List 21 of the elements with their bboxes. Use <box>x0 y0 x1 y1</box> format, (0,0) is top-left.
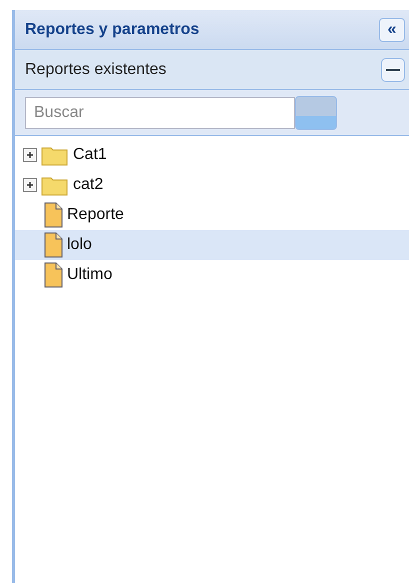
expand-icon[interactable] <box>23 148 37 162</box>
item-label: Reporte <box>67 206 124 224</box>
tree-item[interactable]: Ultimo <box>15 260 409 290</box>
collapse-button[interactable]: « <box>379 18 405 42</box>
item-label: cat2 <box>73 176 104 194</box>
document-icon <box>43 262 63 288</box>
document-icon <box>43 202 63 228</box>
search-field[interactable]: Buscar <box>25 96 295 128</box>
tree-item[interactable]: Reporte <box>15 200 409 230</box>
minus-icon <box>386 68 400 72</box>
panel-title: Reportes y parametros <box>25 20 200 38</box>
minimize-button[interactable] <box>381 58 405 82</box>
document-icon <box>43 232 63 258</box>
tree-item[interactable]: cat2 <box>15 170 409 200</box>
section-title: Reportes existentes <box>25 60 166 78</box>
item-label: lolo <box>67 236 92 254</box>
tree-item[interactable]: Cat1 <box>15 140 409 170</box>
expand-icon[interactable] <box>23 178 37 192</box>
item-label: Ultimo <box>67 266 112 284</box>
tree-item[interactable]: lolo <box>15 230 409 260</box>
item-label: Cat1 <box>73 146 107 164</box>
